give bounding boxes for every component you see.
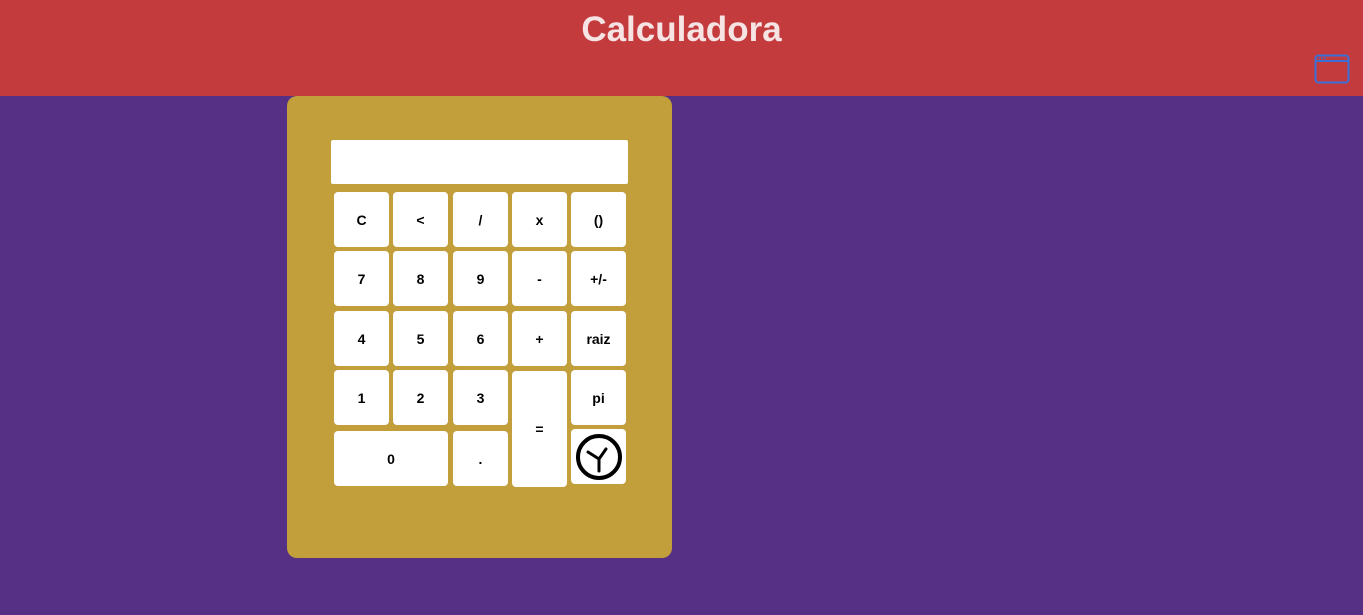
decimal-button[interactable]: . (453, 431, 508, 486)
negate-button[interactable]: +/- (571, 251, 626, 306)
calculator-display[interactable] (331, 140, 628, 184)
digit-7-button[interactable]: 7 (334, 251, 389, 306)
history-button[interactable] (571, 429, 626, 484)
header-bar: Calculadora (0, 0, 1363, 96)
plus-button[interactable]: + (512, 311, 567, 366)
digit-3-button[interactable]: 3 (453, 370, 508, 425)
divide-button[interactable]: / (453, 192, 508, 247)
page-title: Calculadora (581, 10, 782, 49)
clear-button[interactable]: C (334, 192, 389, 247)
parentheses-button[interactable]: () (571, 192, 626, 247)
digit-6-button[interactable]: 6 (453, 311, 508, 366)
digit-9-button[interactable]: 9 (453, 251, 508, 306)
calculator-panel: C < / x () 7 8 9 - +/- 4 5 6 + raiz 1 2 … (287, 96, 672, 558)
digit-5-button[interactable]: 5 (393, 311, 448, 366)
multiply-button[interactable]: x (512, 192, 567, 247)
backspace-button[interactable]: < (393, 192, 448, 247)
clock-icon (575, 433, 622, 480)
digit-8-button[interactable]: 8 (393, 251, 448, 306)
digit-1-button[interactable]: 1 (334, 370, 389, 425)
digit-0-button[interactable]: 0 (334, 431, 448, 486)
square-root-button[interactable]: raiz (571, 311, 626, 366)
pi-button[interactable]: pi (571, 370, 626, 425)
equals-button[interactable]: = (512, 371, 567, 487)
browser-window-icon[interactable] (1314, 54, 1350, 84)
digit-4-button[interactable]: 4 (334, 311, 389, 366)
digit-2-button[interactable]: 2 (393, 370, 448, 425)
minus-button[interactable]: - (512, 251, 567, 306)
